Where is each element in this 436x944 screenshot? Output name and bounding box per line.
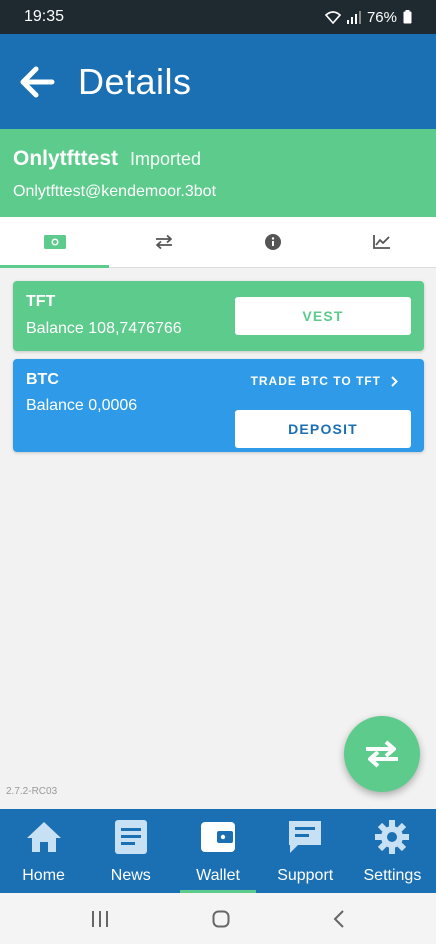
nav-home-label: Home bbox=[22, 867, 65, 884]
wallet-tabs bbox=[0, 217, 436, 268]
page-title: Details bbox=[78, 60, 192, 102]
nav-wallet-label: Wallet bbox=[196, 867, 240, 884]
trade-btc-label: TRADE BTC TO TFT bbox=[250, 374, 381, 388]
status-bar: 19:35 76% bbox=[0, 0, 436, 34]
system-nav-bar bbox=[0, 893, 436, 944]
nav-support[interactable]: Support bbox=[262, 809, 349, 893]
vest-button[interactable]: VEST bbox=[235, 297, 411, 335]
status-icons: 76% bbox=[324, 8, 412, 26]
tab-info[interactable] bbox=[218, 217, 327, 267]
battery-icon bbox=[403, 10, 412, 24]
transfer-fab-button[interactable] bbox=[344, 716, 420, 792]
news-icon bbox=[114, 820, 147, 854]
back-arrow-icon[interactable] bbox=[18, 63, 56, 101]
wallet-tag: Imported bbox=[130, 149, 202, 169]
nav-news[interactable]: News bbox=[87, 809, 174, 893]
wallet-name: Onlytfttest bbox=[13, 147, 118, 170]
transfer-icon bbox=[366, 740, 398, 768]
transfer-icon bbox=[155, 235, 172, 249]
wallet-header: Onlytfttest Imported Onlytfttest@kendemo… bbox=[0, 129, 436, 217]
app-bar: Details bbox=[0, 34, 436, 129]
tft-card: TFT Balance 108,7476766 VEST bbox=[13, 281, 424, 351]
nav-wallet[interactable]: Wallet bbox=[174, 809, 261, 893]
gear-icon bbox=[375, 820, 410, 854]
home-icon bbox=[26, 822, 61, 852]
btc-balance: Balance 0,0006 bbox=[26, 397, 138, 414]
tab-chart[interactable] bbox=[327, 217, 436, 267]
btc-symbol: BTC bbox=[26, 371, 59, 388]
nav-settings[interactable]: Settings bbox=[349, 809, 436, 893]
home-button-icon[interactable] bbox=[212, 910, 230, 928]
deposit-button[interactable]: DEPOSIT bbox=[235, 410, 411, 448]
tab-transactions[interactable] bbox=[109, 217, 218, 267]
wallet-icon bbox=[201, 822, 235, 852]
trade-btc-link[interactable]: TRADE BTC TO TFT bbox=[251, 374, 398, 388]
signal-icon bbox=[346, 10, 361, 24]
nav-home[interactable]: Home bbox=[0, 809, 87, 893]
nav-news-label: News bbox=[110, 867, 151, 884]
back-button-icon[interactable] bbox=[333, 909, 345, 928]
battery-percent: 76% bbox=[366, 8, 397, 26]
tft-balance: Balance 108,7476766 bbox=[26, 320, 182, 337]
status-time: 19:35 bbox=[24, 8, 65, 25]
info-icon bbox=[264, 234, 281, 250]
chevron-right-icon bbox=[391, 375, 398, 387]
nav-support-label: Support bbox=[277, 867, 334, 884]
nav-settings-label: Settings bbox=[363, 867, 422, 884]
chat-icon bbox=[289, 821, 322, 853]
wallet-address: Onlytfttest@kendemoor.3bot bbox=[13, 183, 217, 200]
app-version: 2.7.2-RC03 bbox=[6, 786, 58, 797]
wifi-icon bbox=[324, 10, 341, 24]
chart-icon bbox=[372, 235, 390, 249]
tft-symbol: TFT bbox=[26, 293, 56, 310]
tab-balance[interactable] bbox=[0, 217, 109, 268]
bottom-nav: Home News Wallet Support Settings bbox=[0, 809, 436, 893]
money-icon bbox=[43, 235, 66, 249]
recent-apps-icon[interactable] bbox=[91, 910, 109, 927]
btc-card: BTC TRADE BTC TO TFT Balance 0,0006 DEPO… bbox=[13, 359, 424, 452]
